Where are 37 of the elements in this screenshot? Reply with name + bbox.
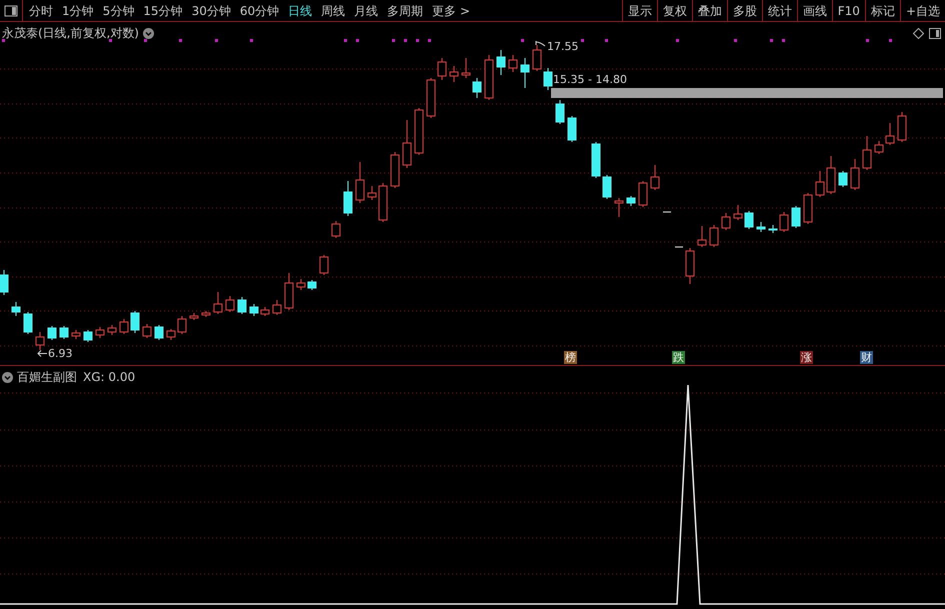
left-arrow-icon (37, 350, 47, 357)
toolbar-button[interactable]: 叠加 (692, 0, 727, 21)
event-tag[interactable]: 榜 (564, 351, 577, 364)
indicator-title: 百媚生副图 (17, 369, 77, 386)
period-tab[interactable]: 周线 (321, 4, 346, 16)
period-tab[interactable]: 多周期 (387, 4, 424, 16)
period-tab[interactable]: 分时 (29, 4, 53, 16)
event-tag[interactable]: 财 (860, 351, 873, 364)
chart-title: 永茂泰(日线,前复权,对数) (2, 25, 139, 42)
toolbar-button[interactable]: 显示 (622, 0, 657, 21)
high-price-label: 17.55 (547, 39, 578, 55)
panel-toggle-icon[interactable] (4, 4, 18, 16)
dropdown-icon[interactable] (143, 28, 154, 38)
period-tab[interactable]: 1分钟 (62, 4, 94, 16)
panel-toggle-icon[interactable] (929, 28, 941, 39)
event-tag[interactable]: 跌 (672, 351, 685, 364)
toolbar-button[interactable]: 复权 (656, 0, 692, 21)
low-price-label: 6.93 (48, 346, 72, 362)
period-tab[interactable]: 30分钟 (192, 4, 231, 16)
period-tab[interactable]: 更多 > (432, 4, 470, 16)
period-tab[interactable]: 5分钟 (102, 4, 134, 16)
event-tag[interactable]: 涨 (800, 351, 813, 364)
toolbar-button[interactable]: 画线 (796, 0, 832, 21)
toolbar-button[interactable]: 多股 (726, 0, 762, 21)
dropdown-icon[interactable] (2, 372, 13, 382)
toolbar-button[interactable]: 标记 (864, 0, 900, 21)
leader-arrow-icon (535, 40, 546, 49)
indicator-reading: XG: 0.00 (83, 369, 136, 386)
toolbar-button[interactable]: +自选 (900, 0, 945, 21)
period-tab[interactable]: 15分钟 (143, 4, 183, 16)
period-tab[interactable]: 月线 (354, 4, 378, 16)
period-tab[interactable]: 日线 (288, 4, 312, 16)
price-range-label: 15.35 - 14.80 (553, 72, 627, 88)
toolbar-button[interactable]: 统计 (762, 0, 797, 21)
diamond-icon[interactable] (913, 28, 924, 39)
toolbar-button[interactable]: F10 (832, 0, 865, 21)
period-tab[interactable]: 60分钟 (240, 4, 280, 16)
